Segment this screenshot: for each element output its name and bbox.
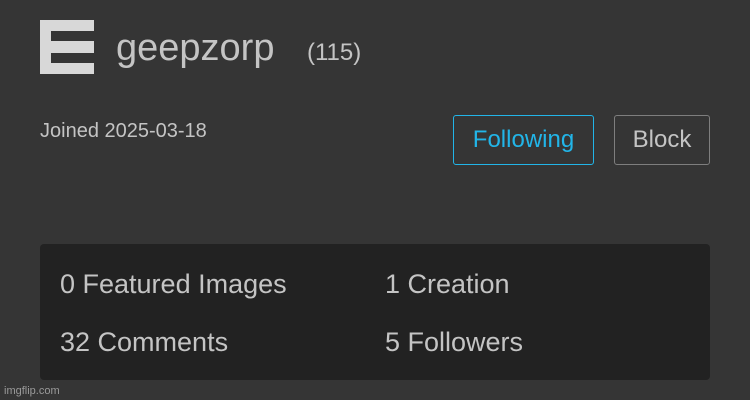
stat-creations[interactable]: 1 Creation: [385, 267, 510, 301]
letter-block-icon: [40, 20, 94, 74]
stat-followers[interactable]: 5 Followers: [385, 325, 523, 359]
joined-date: Joined 2025-03-18: [40, 120, 207, 142]
following-button[interactable]: Following: [453, 115, 594, 165]
stat-featured-images[interactable]: 0 Featured Images: [60, 267, 287, 301]
block-button[interactable]: Block: [614, 115, 710, 165]
watermark: imgflip.com: [4, 385, 60, 397]
user-points: (115): [307, 39, 362, 66]
stats-panel: 0 Featured Images 1 Creation 32 Comments…: [40, 244, 710, 380]
stat-comments[interactable]: 32 Comments: [60, 325, 228, 359]
avatar[interactable]: [40, 20, 94, 74]
username: geepzorp: [116, 27, 275, 69]
